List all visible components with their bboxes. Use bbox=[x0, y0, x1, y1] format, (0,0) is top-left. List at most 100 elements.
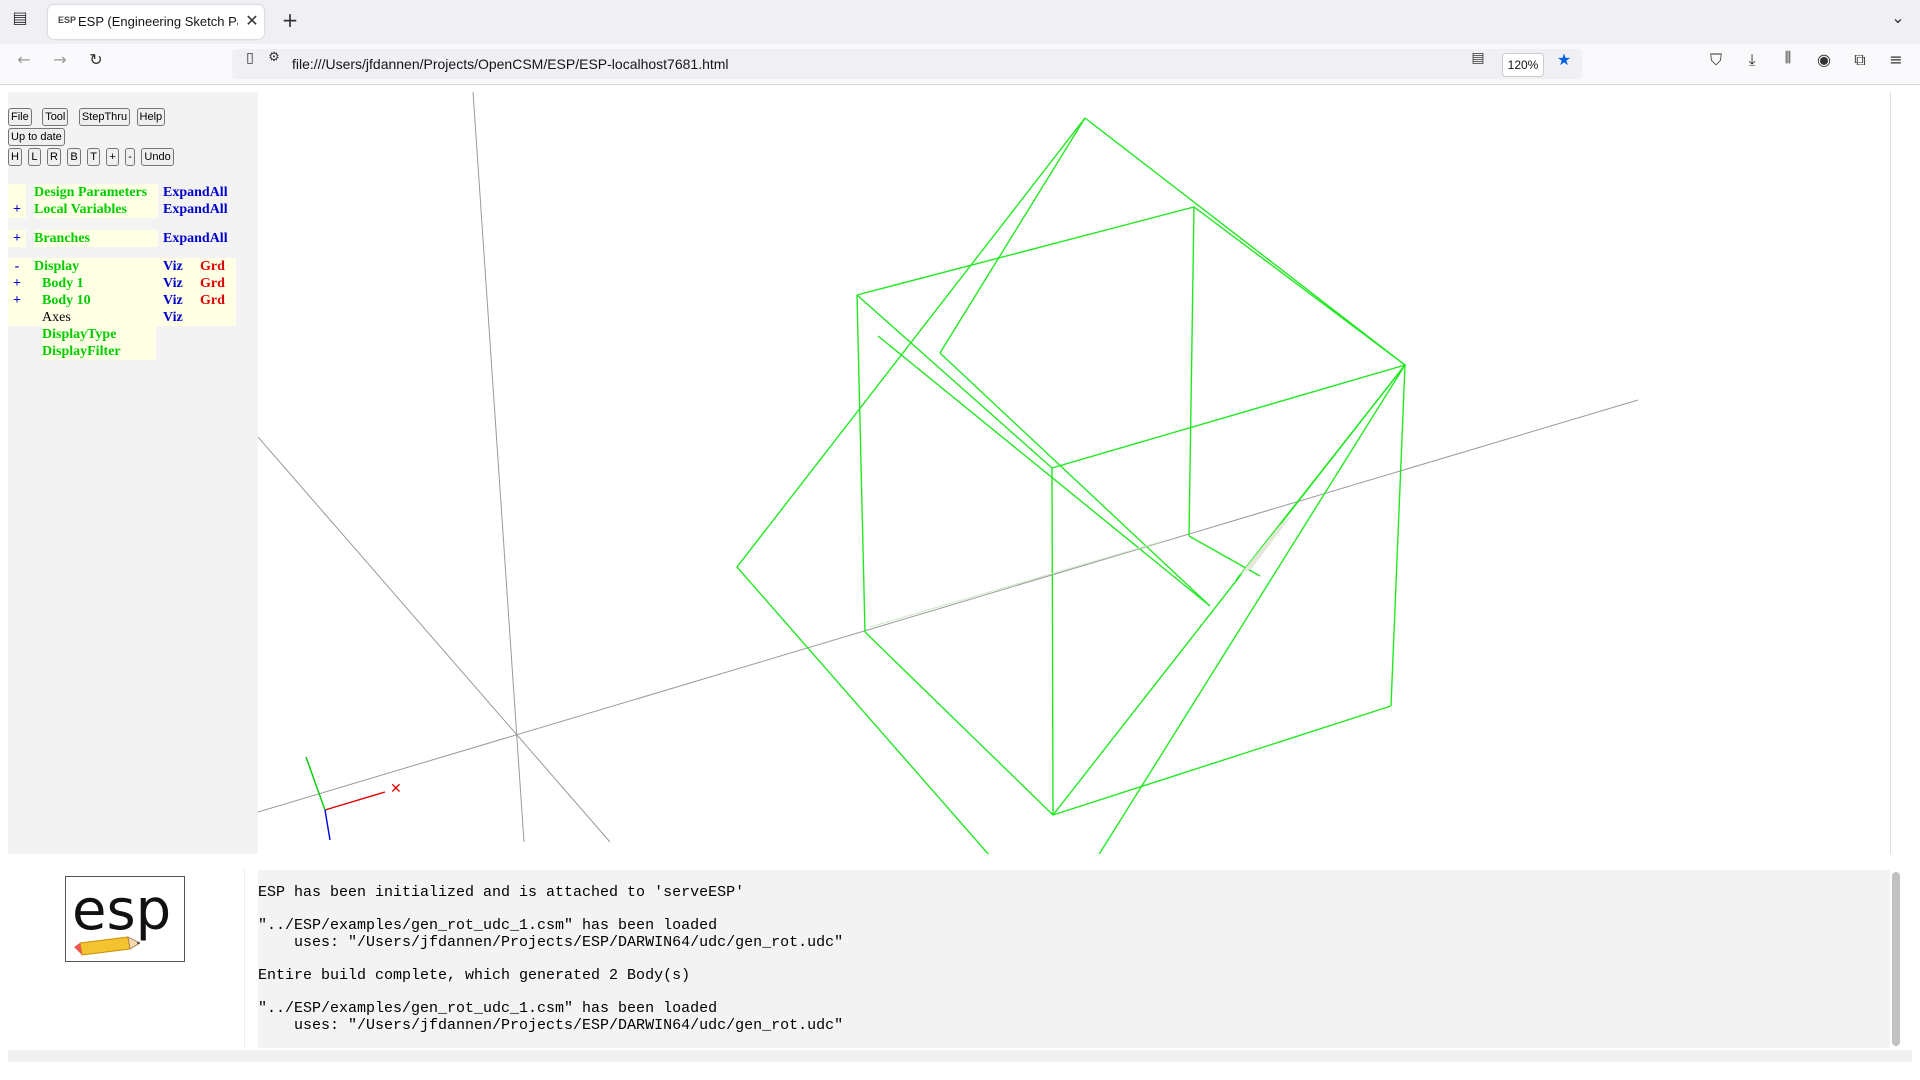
tab-overview-icon[interactable]: ▤ bbox=[6, 8, 34, 36]
url-bar[interactable]: ▯ ⚙ file:///Users/jfdannen/Projects/Open… bbox=[232, 49, 1582, 79]
help-button[interactable]: Help bbox=[136, 108, 166, 126]
display-label[interactable]: Display bbox=[34, 258, 79, 275]
body1-viz[interactable]: Viz bbox=[163, 275, 183, 292]
y-axis-line bbox=[305, 756, 326, 811]
back-icon[interactable]: ← bbox=[10, 50, 38, 78]
body-10-edge-br bbox=[1188, 206, 1195, 537]
body1-label[interactable]: Body 1 bbox=[42, 275, 84, 292]
body1-grd[interactable]: Grd bbox=[200, 275, 225, 292]
tree-row-design-parameters: Design Parameters ExpandAll bbox=[8, 184, 236, 201]
view-button-row: H L R B T + - Undo bbox=[8, 148, 176, 166]
local-variables-expandall[interactable]: ExpandAll bbox=[163, 201, 228, 218]
tool-button[interactable]: Tool bbox=[42, 108, 69, 126]
bottom-strip bbox=[8, 1050, 1912, 1062]
tab-title: ESP (Engineering Sketch Pad, V bbox=[78, 14, 238, 29]
axes-label: Axes bbox=[42, 310, 71, 325]
branches-label[interactable]: Branches bbox=[34, 230, 158, 247]
faint-axis-overlay bbox=[869, 541, 1161, 628]
graphics-border bbox=[1890, 92, 1891, 854]
file-button[interactable]: File bbox=[8, 108, 32, 126]
library-icon[interactable]: ⫼ bbox=[1774, 50, 1802, 78]
axes-triad: ✕ bbox=[305, 756, 402, 841]
reader-view-icon[interactable]: ▤ bbox=[1464, 50, 1492, 78]
site-permissions-icon[interactable]: ⚙ bbox=[260, 50, 288, 78]
esp-logo: esp bbox=[65, 876, 185, 962]
view-right-button[interactable]: R bbox=[46, 148, 61, 166]
body10-viz[interactable]: Viz bbox=[163, 292, 183, 309]
message-scrollbar[interactable] bbox=[1892, 872, 1900, 1046]
downloads-icon[interactable]: ⤓ bbox=[1738, 50, 1766, 78]
tree-row-display-type: DisplayType bbox=[8, 326, 236, 343]
tree-row-body10: + Body 10 Viz Grd bbox=[8, 292, 236, 309]
body10-label[interactable]: Body 10 bbox=[42, 292, 91, 309]
tree-row-axes: Axes Viz bbox=[8, 309, 236, 326]
forward-icon[interactable]: → bbox=[46, 50, 74, 78]
local-variables-label[interactable]: Local Variables bbox=[34, 201, 158, 218]
shaded-sliver bbox=[1240, 515, 1292, 575]
branches-toggle[interactable]: + bbox=[8, 230, 26, 247]
reference-axes bbox=[257, 91, 1639, 843]
zoom-level[interactable]: 120% bbox=[1502, 53, 1544, 77]
body-10-edge-fr bbox=[1390, 364, 1406, 707]
tree-row-body1: + Body 1 Viz Grd bbox=[8, 275, 236, 292]
close-tab-icon[interactable]: ✕ bbox=[242, 11, 262, 31]
body-10-bottom-edges bbox=[864, 631, 1392, 816]
3d-view[interactable]: ✕ bbox=[257, 91, 1890, 930]
logo-wordmark: esp bbox=[72, 878, 171, 943]
x-axis-line bbox=[324, 791, 386, 811]
stepthru-button[interactable]: StepThru bbox=[78, 108, 131, 126]
tab-list-chevron-icon[interactable]: ⌄ bbox=[1884, 8, 1912, 36]
branches-expandall[interactable]: ExpandAll bbox=[163, 230, 228, 247]
zoom-in-button[interactable]: + bbox=[106, 148, 119, 166]
reference-axis-vertical bbox=[472, 91, 525, 843]
display-viz[interactable]: Viz bbox=[163, 258, 183, 275]
reference-axis-diagonal bbox=[257, 436, 611, 843]
tree-row-display: - Display Viz Grd bbox=[8, 258, 236, 275]
message-line: "../ESP/examples/gen_rot_udc_1.csm" has … bbox=[258, 1000, 718, 1017]
body-10-bottom-back bbox=[1188, 535, 1261, 577]
pocket-icon[interactable]: ⛉ bbox=[1702, 50, 1730, 78]
body-10-edge-fl bbox=[856, 294, 866, 633]
account-icon[interactable]: ◉ bbox=[1810, 50, 1838, 78]
message-line: "../ESP/examples/gen_rot_udc_1.csm" has … bbox=[258, 917, 718, 934]
url-text: file:///Users/jfdannen/Projects/OpenCSM/… bbox=[292, 56, 729, 72]
display-grd[interactable]: Grd bbox=[200, 258, 225, 275]
design-parameters-label[interactable]: Design Parameters bbox=[34, 184, 158, 201]
up-to-date-button[interactable]: Up to date bbox=[8, 128, 65, 146]
message-line: Entire build complete, which generated 2… bbox=[258, 967, 691, 984]
body-10-front-diag bbox=[1052, 364, 1406, 816]
undo-button[interactable]: Undo bbox=[141, 148, 174, 166]
tree-row-local-variables: + Local Variables ExpandAll bbox=[8, 201, 236, 218]
reference-axis-horizontal bbox=[257, 399, 1639, 813]
reload-icon[interactable]: ↻ bbox=[82, 50, 110, 78]
design-parameters-expandall[interactable]: ExpandAll bbox=[163, 184, 228, 201]
body-10-edge-front bbox=[1051, 467, 1054, 816]
logo-panel: esp bbox=[8, 870, 245, 1048]
display-filter-label[interactable]: DisplayFilter bbox=[42, 343, 156, 360]
new-tab-icon[interactable]: + bbox=[276, 8, 304, 36]
bookmark-star-icon[interactable]: ★ bbox=[1550, 50, 1578, 78]
view-home-button[interactable]: H bbox=[8, 148, 22, 166]
menu-icon[interactable]: ≡ bbox=[1882, 50, 1910, 78]
body-10-top-face bbox=[856, 206, 1407, 469]
display-type-label[interactable]: DisplayType bbox=[42, 326, 156, 343]
local-variables-toggle[interactable]: + bbox=[8, 201, 26, 218]
extensions-icon[interactable]: ⧉ bbox=[1846, 50, 1874, 78]
display-toggle[interactable]: - bbox=[8, 258, 26, 275]
graphics-window[interactable]: ✕ bbox=[257, 91, 1890, 930]
body-1-wireframe bbox=[736, 117, 1406, 930]
message-window[interactable]: ESP has been initialized and is attached… bbox=[258, 870, 1890, 1048]
body1-toggle[interactable]: + bbox=[8, 275, 26, 292]
view-left-button[interactable]: L bbox=[28, 148, 41, 166]
status-button-row: Up to date bbox=[8, 128, 67, 146]
view-top-button[interactable]: T bbox=[87, 148, 100, 166]
body10-grd[interactable]: Grd bbox=[200, 292, 225, 309]
view-bottom-button[interactable]: B bbox=[67, 148, 81, 166]
wireframe-bodies bbox=[736, 117, 1407, 930]
z-axis-line bbox=[324, 809, 331, 841]
zoom-out-button[interactable]: - bbox=[125, 148, 135, 166]
browser-tab[interactable]: ESP ESP (Engineering Sketch Pad, V ✕ bbox=[48, 5, 264, 39]
body10-toggle[interactable]: + bbox=[8, 292, 26, 309]
axes-viz[interactable]: Viz bbox=[163, 309, 183, 326]
message-line: ESP has been initialized and is attached… bbox=[258, 884, 745, 901]
